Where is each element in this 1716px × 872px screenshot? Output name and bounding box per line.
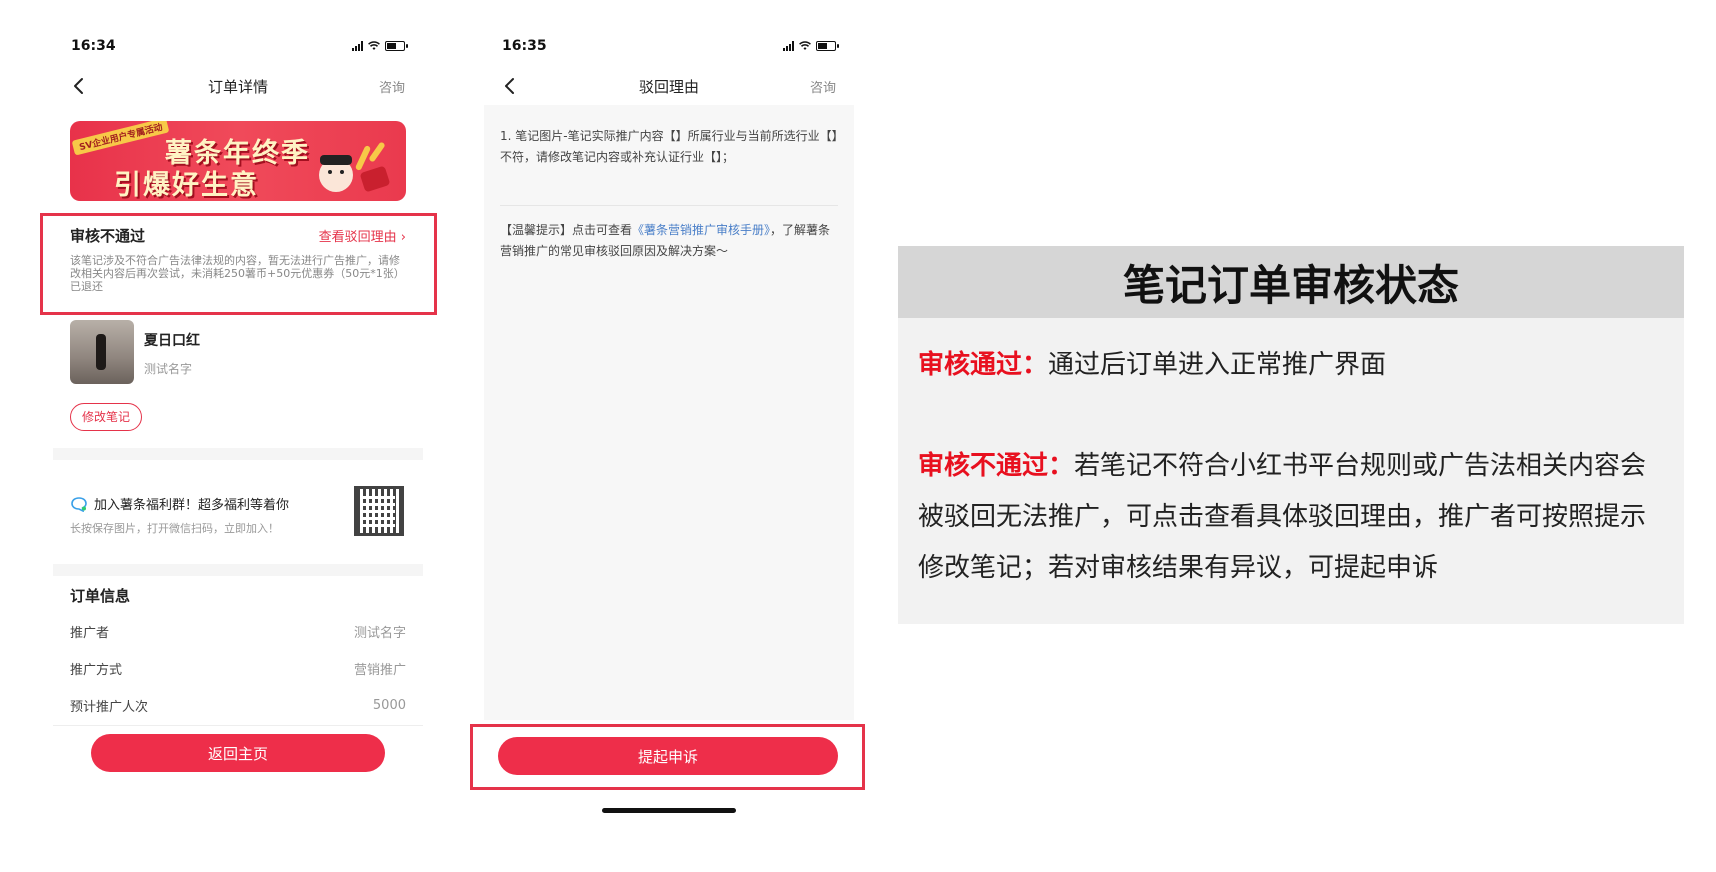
info-row-promoter: 推广者 测试名字 bbox=[70, 613, 406, 650]
info-label: 推广者 bbox=[70, 626, 110, 641]
note-author: 测试名字 bbox=[144, 362, 193, 376]
note-thumbnail bbox=[70, 320, 134, 384]
page-title: 订单详情 bbox=[207, 77, 268, 96]
promo-banner[interactable]: SV企业用户专属活动 薯条年终季 引爆好生意 bbox=[70, 121, 406, 201]
order-info-title: 订单信息 bbox=[70, 587, 131, 605]
nav-bar: 订单详情 咨询 bbox=[53, 70, 423, 102]
note-title: 夏日口红 bbox=[144, 333, 200, 349]
reason-content-area bbox=[484, 105, 854, 720]
return-home-button[interactable]: 返回主页 bbox=[91, 734, 385, 772]
bottom-divider bbox=[53, 725, 423, 726]
chat-bubble-icon bbox=[71, 496, 87, 512]
note-item[interactable]: 夏日口红 测试名字 bbox=[70, 320, 406, 386]
signal-icon bbox=[352, 41, 363, 51]
pass-text: 通过后订单进入正常推广界面 bbox=[1048, 350, 1387, 380]
consult-link[interactable]: 咨询 bbox=[810, 77, 836, 96]
section-divider bbox=[53, 564, 423, 576]
status-time: 16:34 bbox=[71, 38, 116, 54]
edit-note-button[interactable]: 修改笔记 bbox=[70, 403, 143, 431]
fail-paragraph: 审核不通过：若笔记不符合小红书平台规则或广告法相关内容会被驳回无法推广，可点击查… bbox=[918, 441, 1664, 594]
home-indicator bbox=[602, 808, 736, 813]
review-status-panel: 笔记订单审核状态 审核通过：通过后订单进入正常推广界面 审核不通过：若笔记不符合… bbox=[898, 246, 1684, 624]
info-value: 5000 bbox=[372, 698, 406, 713]
mascot-illustration bbox=[319, 142, 390, 192]
appeal-button-highlight bbox=[470, 724, 865, 790]
pass-paragraph: 审核通过：通过后订单进入正常推广界面 bbox=[918, 340, 1664, 391]
status-icons bbox=[352, 41, 408, 51]
back-icon[interactable] bbox=[498, 74, 522, 98]
info-label: 推广方式 bbox=[70, 663, 123, 678]
reject-reason-screen: 16:35 驳回理由 咨询 1. 笔记图片-笔记实际推广内容【】所属行业与当前所… bbox=[484, 0, 854, 820]
panel-body: 审核通过：通过后订单进入正常推广界面 审核不通过：若笔记不符合小红书平台规则或广… bbox=[898, 318, 1684, 594]
panel-title: 笔记订单审核状态 bbox=[898, 246, 1684, 318]
back-icon[interactable] bbox=[67, 74, 91, 98]
page-title: 驳回理由 bbox=[638, 77, 699, 96]
reason-divider bbox=[500, 205, 838, 206]
welfare-group-card: 加入薯条福利群！超多福利等着你 长按保存图片，打开微信扫码，立即加入！ bbox=[70, 478, 406, 552]
battery-icon bbox=[816, 41, 839, 51]
order-info-section: 订单信息 推广者 测试名字 推广方式 营销推广 预计推广人次 5000 bbox=[70, 585, 406, 724]
signal-icon bbox=[783, 41, 794, 51]
info-label: 预计推广人次 bbox=[70, 700, 149, 715]
status-icons bbox=[783, 41, 839, 51]
section-divider bbox=[53, 448, 423, 460]
group-subtitle: 长按保存图片，打开微信扫码，立即加入！ bbox=[70, 522, 279, 535]
tip-text: 【温馨提示】点击可查看《薯条营销推广审核手册》，了解薯条营销推广的常见审核驳回原… bbox=[500, 220, 838, 262]
group-title: 加入薯条福利群！超多福利等着你 bbox=[94, 498, 290, 513]
info-row-method: 推广方式 营销推广 bbox=[70, 650, 406, 687]
order-detail-screen: 16:34 订单详情 咨询 SV企业用户专属活动 薯条年终季 引爆好生意 审核不… bbox=[53, 0, 423, 820]
status-bar: 16:35 bbox=[502, 36, 839, 56]
pass-label: 审核通过： bbox=[918, 350, 1049, 380]
info-value: 营销推广 bbox=[353, 663, 406, 678]
qr-code bbox=[354, 486, 404, 536]
tip-prefix: 【温馨提示】点击可查看 bbox=[500, 223, 633, 237]
status-time: 16:35 bbox=[502, 38, 547, 54]
consult-link[interactable]: 咨询 bbox=[379, 77, 405, 96]
wifi-icon bbox=[799, 41, 811, 50]
info-row-reach: 预计推广人次 5000 bbox=[70, 687, 406, 724]
banner-subheadline: 引爆好生意 bbox=[114, 170, 259, 201]
nav-bar: 驳回理由 咨询 bbox=[484, 70, 854, 102]
reject-card-highlight bbox=[40, 213, 437, 315]
info-value: 测试名字 bbox=[353, 626, 406, 641]
battery-icon bbox=[385, 41, 408, 51]
reject-reason-text: 1. 笔记图片-笔记实际推广内容【】所属行业与当前所选行业【】不符，请修改笔记内… bbox=[500, 129, 838, 164]
status-bar: 16:34 bbox=[71, 36, 408, 56]
review-manual-link[interactable]: 《薯条营销推广审核手册》 bbox=[632, 223, 770, 237]
banner-tag: SV企业用户专属活动 bbox=[71, 121, 170, 156]
wifi-icon bbox=[368, 41, 380, 50]
fail-label: 审核不通过： bbox=[918, 451, 1075, 481]
